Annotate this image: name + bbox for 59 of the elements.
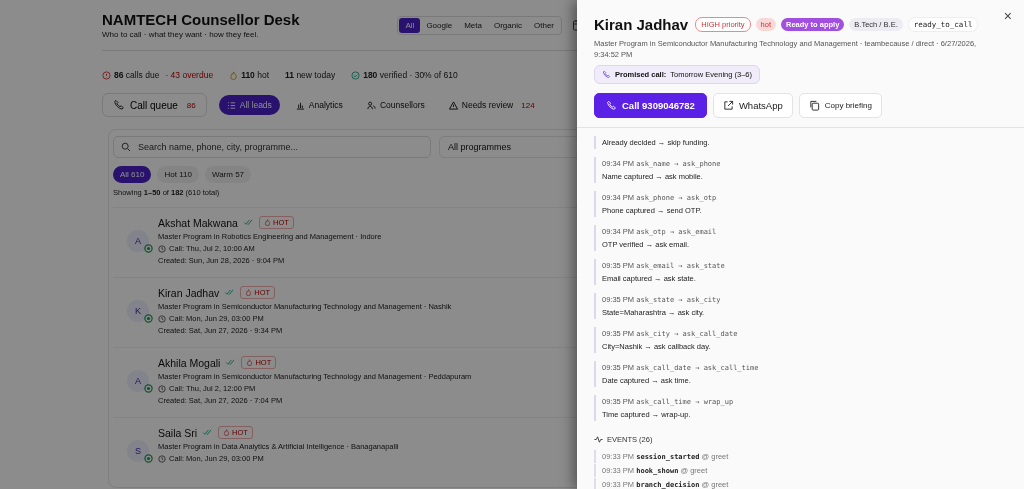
bar-chart-icon [295, 100, 305, 110]
phone-icon [602, 69, 611, 79]
stat-text: 86 calls due [114, 70, 160, 80]
status-icon [144, 244, 153, 253]
nav-tab[interactable]: All leads [218, 95, 280, 115]
source-tab[interactable]: Organic [487, 17, 528, 33]
external-link-icon [722, 99, 734, 111]
phone-icon [113, 99, 125, 111]
nav-tab[interactable]: Analytics [287, 95, 351, 115]
activity-icon [594, 434, 603, 444]
clock-icon [158, 384, 166, 393]
lead-name: Kiran Jadhav [594, 16, 689, 33]
call-queue-button[interactable]: Call queue 86 [102, 93, 207, 117]
phone-icon [606, 99, 617, 111]
call-button[interactable]: Call 9309046782 [594, 92, 707, 118]
overdue-count: · 43 overdue [165, 70, 214, 80]
flame-icon [263, 219, 271, 226]
filter-chip[interactable]: Warm 57 [204, 166, 252, 183]
source-tab[interactable]: All [399, 17, 421, 33]
flame-icon [223, 429, 231, 436]
lead-name: Kiran Jadhav [158, 286, 220, 299]
stat-text: 110 hot [241, 70, 270, 80]
alert-icon [102, 70, 111, 80]
stat-text: 180 verified · 30% of 610 [363, 70, 458, 80]
lead-name: Saila Sri [158, 426, 198, 439]
filter-chip[interactable]: All 610 [113, 166, 152, 183]
double-check-icon [224, 289, 236, 296]
clock-icon [158, 244, 166, 253]
warning-icon [448, 100, 458, 110]
filter-chip[interactable]: Hot 110 [157, 166, 199, 183]
close-button[interactable]: × [999, 8, 1016, 24]
nav-tab[interactable]: Needs review 124 [440, 95, 543, 115]
list-icon [226, 100, 236, 110]
clock-icon [158, 454, 166, 463]
double-check-icon [202, 429, 214, 436]
source-tab[interactable]: Meta [458, 17, 488, 33]
copy-icon [808, 99, 820, 111]
lead-name: Akshat Makwana [158, 216, 238, 229]
flame-icon [245, 289, 253, 296]
whatsapp-button[interactable]: WhatsApp [712, 92, 793, 118]
status-icon [144, 454, 153, 463]
app-subtitle: Who to call · what they want · how they feel. [102, 30, 260, 39]
flame-icon [229, 70, 239, 80]
copy-button[interactable]: Copy briefing [798, 92, 882, 118]
stat-text: 11 new today [285, 70, 336, 80]
status-icon [144, 384, 153, 393]
clock-icon [158, 314, 166, 323]
flame-icon [246, 359, 254, 366]
source-tab[interactable]: Google [420, 17, 459, 33]
app-title: NAMTECH Counsellor Desk [102, 11, 301, 28]
people-icon [366, 100, 376, 110]
source-tab[interactable]: Other [528, 17, 560, 33]
status-icon [144, 314, 153, 323]
lead-name: Akhila Mogali [158, 356, 221, 369]
double-check-icon [225, 359, 237, 366]
double-check-icon [242, 219, 254, 226]
nav-tab[interactable]: Counsellors [358, 95, 433, 115]
check-circle-icon [351, 70, 361, 80]
search-field[interactable]: Search name, phone, city, programme... [113, 136, 431, 158]
